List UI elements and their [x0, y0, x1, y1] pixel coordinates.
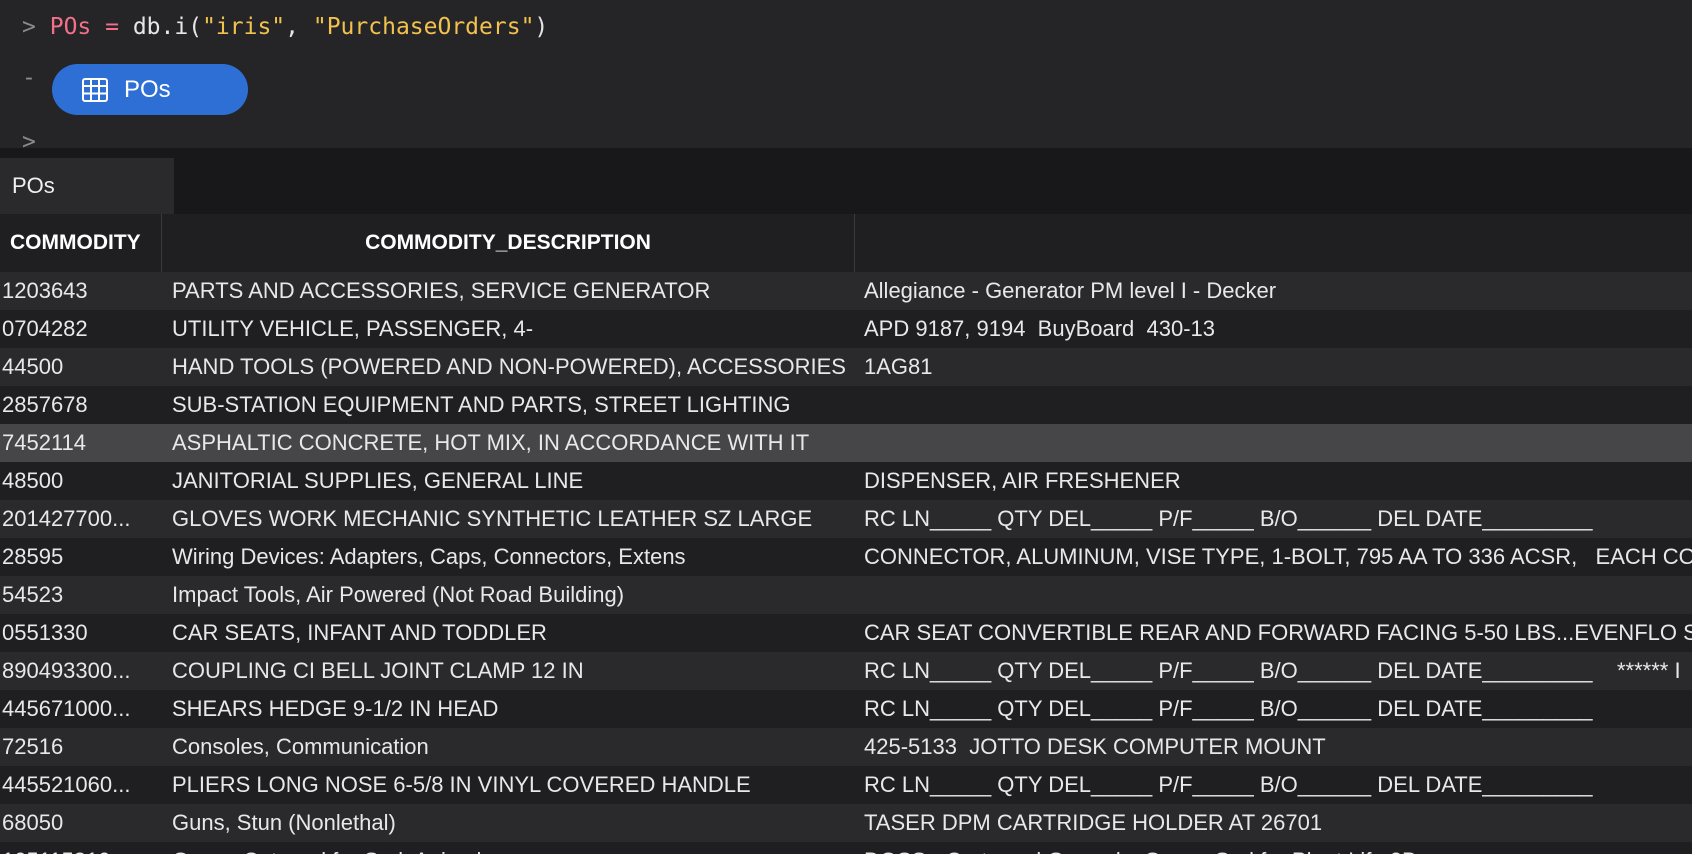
cell-description[interactable] [864, 576, 1692, 614]
cell-description[interactable]: CONNECTOR, ALUMINUM, VISE TYPE, 1-BOLT, … [864, 538, 1692, 576]
cell-commodity-description[interactable]: Consoles, Communication [172, 728, 852, 766]
cell-description[interactable]: 425-5133 JOTTO DESK COMPUTER MOUNT [864, 728, 1692, 766]
table-icon [82, 77, 108, 102]
command-arg-table: "PurchaseOrders" [312, 14, 535, 40]
table-row[interactable]: 1203643 PARTS AND ACCESSORIES, SERVICE GE… [0, 272, 1692, 310]
cell-commodity[interactable]: 72516 [2, 728, 158, 766]
cell-commodity[interactable]: 201427700... [2, 500, 158, 538]
output-marker: - [22, 65, 36, 91]
command-line[interactable]: > POs = db.i("iris", "PurchaseOrders") [22, 12, 548, 42]
cell-commodity-description[interactable]: JANITORIAL SUPPLIES, GENERAL LINE [172, 462, 852, 500]
column-header-description[interactable] [855, 214, 1692, 272]
cell-commodity-description[interactable]: UTILITY VEHICLE, PASSENGER, 4- [172, 310, 852, 348]
cell-description[interactable]: RC LN_____ QTY DEL_____ P/F_____ B/O____… [864, 690, 1692, 728]
cell-commodity[interactable]: 28595 [2, 538, 158, 576]
grid-rows: 1203643 PARTS AND ACCESSORIES, SERVICE GE… [0, 272, 1692, 854]
command-arg-db: "iris" [202, 14, 286, 40]
cell-description[interactable]: APD 9187, 9194 BuyBoard 430-13 [864, 310, 1692, 348]
cell-commodity[interactable]: 445521060... [2, 766, 158, 804]
cell-commodity[interactable]: 44500 [2, 348, 158, 386]
cell-description[interactable]: Allegiance - Generator PM level I - Deck… [864, 272, 1692, 310]
cell-description[interactable]: RC LN_____ QTY DEL_____ P/F_____ B/O____… [864, 652, 1692, 690]
cell-commodity[interactable]: 1203643 [2, 272, 158, 310]
cell-commodity-description[interactable]: GLOVES WORK MECHANIC SYNTHETIC LEATHER S… [172, 500, 852, 538]
column-header-commodity-description[interactable]: COMMODITY_DESCRIPTION [162, 214, 855, 272]
table-row[interactable]: 445671000... SHEARS HEDGE 9-1/2 IN HEAD RC… [0, 690, 1692, 728]
cell-description[interactable]: DOSS - Carts and Grounds, Grass, Sod for… [864, 842, 1692, 854]
tab-pos[interactable]: POs [0, 158, 174, 214]
cell-commodity[interactable]: 68050 [2, 804, 158, 842]
data-grid[interactable]: COMMODITY COMMODITY_DESCRIPTION 1203643 P… [0, 214, 1692, 854]
cell-description[interactable]: DISPENSER, AIR FRESHENER [864, 462, 1692, 500]
table-row[interactable]: 201427700... GLOVES WORK MECHANIC SYNTHET… [0, 500, 1692, 538]
output-table-chip[interactable]: POs [52, 64, 248, 115]
cell-commodity-description[interactable]: SUB-STATION EQUIPMENT AND PARTS, STREET … [172, 386, 852, 424]
column-header-commodity[interactable]: COMMODITY [0, 214, 162, 272]
table-row[interactable]: 105115310... Grass, Cut, and for Sod, Ani… [0, 842, 1692, 854]
cell-commodity[interactable]: 445671000... [2, 690, 158, 728]
next-prompt[interactable]: > [22, 130, 36, 148]
prompt-symbol: > [22, 14, 36, 40]
cell-description[interactable]: RC LN_____ QTY DEL_____ P/F_____ B/O____… [864, 766, 1692, 804]
cell-commodity-description[interactable]: ASPHALTIC CONCRETE, HOT MIX, IN ACCORDAN… [172, 424, 852, 462]
cell-description[interactable]: CAR SEAT CONVERTIBLE REAR AND FORWARD FA… [864, 614, 1692, 652]
table-row[interactable]: 445521060... PLIERS LONG NOSE 6-5/8 IN VI… [0, 766, 1692, 804]
cell-commodity[interactable]: 890493300... [2, 652, 158, 690]
table-row[interactable]: 68050 Guns, Stun (Nonlethal) TASER DPM CAR… [0, 804, 1692, 842]
cell-commodity-description[interactable]: PARTS AND ACCESSORIES, SERVICE GENERATOR [172, 272, 852, 310]
cell-commodity[interactable]: 0551330 [2, 614, 158, 652]
cell-commodity[interactable]: 0704282 [2, 310, 158, 348]
cell-commodity-description[interactable]: HAND TOOLS (POWERED AND NON-POWERED), AC… [172, 348, 852, 386]
result-tab-bar: POs [0, 148, 1692, 214]
cell-commodity[interactable]: 2857678 [2, 386, 158, 424]
command-separator: , [285, 14, 313, 40]
cell-commodity-description[interactable]: PLIERS LONG NOSE 6-5/8 IN VINYL COVERED … [172, 766, 852, 804]
cell-commodity-description[interactable]: Guns, Stun (Nonlethal) [172, 804, 852, 842]
cell-commodity-description[interactable]: Impact Tools, Air Powered (Not Road Buil… [172, 576, 852, 614]
console-panel: > POs = db.i("iris", "PurchaseOrders") -… [0, 0, 1692, 148]
table-row[interactable]: 0551330 CAR SEATS, INFANT AND TODDLER CAR … [0, 614, 1692, 652]
command-call-close: ) [534, 14, 549, 40]
command-variable: POs [49, 14, 92, 40]
cell-description[interactable] [864, 386, 1692, 424]
cell-commodity-description[interactable]: SHEARS HEDGE 9-1/2 IN HEAD [172, 690, 852, 728]
grid-header: COMMODITY COMMODITY_DESCRIPTION [0, 214, 1692, 273]
command-call: db.i( [132, 14, 203, 40]
table-row[interactable]: 7452114 ASPHALTIC CONCRETE, HOT MIX, IN A… [0, 424, 1692, 462]
cell-description[interactable]: RC LN_____ QTY DEL_____ P/F_____ B/O____… [864, 500, 1692, 538]
table-row[interactable]: 44500 HAND TOOLS (POWERED AND NON-POWERED… [0, 348, 1692, 386]
cell-description[interactable]: TASER DPM CARTRIDGE HOLDER AT 26701 [864, 804, 1692, 842]
cell-commodity[interactable]: 105115310... [2, 842, 158, 854]
cell-commodity[interactable]: 7452114 [2, 424, 158, 462]
cell-description[interactable]: 1AG81 [864, 348, 1692, 386]
table-row[interactable]: 28595 Wiring Devices: Adapters, Caps, Con… [0, 538, 1692, 576]
cell-commodity-description[interactable]: COUPLING CI BELL JOINT CLAMP 12 IN [172, 652, 852, 690]
cell-commodity-description[interactable]: Wiring Devices: Adapters, Caps, Connecto… [172, 538, 852, 576]
table-row[interactable]: 48500 JANITORIAL SUPPLIES, GENERAL LINE DI… [0, 462, 1692, 500]
table-row[interactable]: 0704282 UTILITY VEHICLE, PASSENGER, 4- APD… [0, 310, 1692, 348]
cell-commodity[interactable]: 54523 [2, 576, 158, 614]
cell-commodity[interactable]: 48500 [2, 462, 158, 500]
cell-commodity-description[interactable]: CAR SEATS, INFANT AND TODDLER [172, 614, 852, 652]
table-row[interactable]: 2857678 SUB-STATION EQUIPMENT AND PARTS, … [0, 386, 1692, 424]
cell-commodity-description[interactable]: Grass, Cut, and for Sod, Animal [172, 842, 852, 854]
table-row[interactable]: 54523 Impact Tools, Air Powered (Not Road… [0, 576, 1692, 614]
command-operator: = [91, 14, 133, 40]
table-row[interactable]: 72516 Consoles, Communication 425-5133 JOT… [0, 728, 1692, 766]
cell-description[interactable] [864, 424, 1692, 462]
output-chip-label: POs [124, 75, 171, 103]
table-row[interactable]: 890493300... COUPLING CI BELL JOINT CLAMP… [0, 652, 1692, 690]
